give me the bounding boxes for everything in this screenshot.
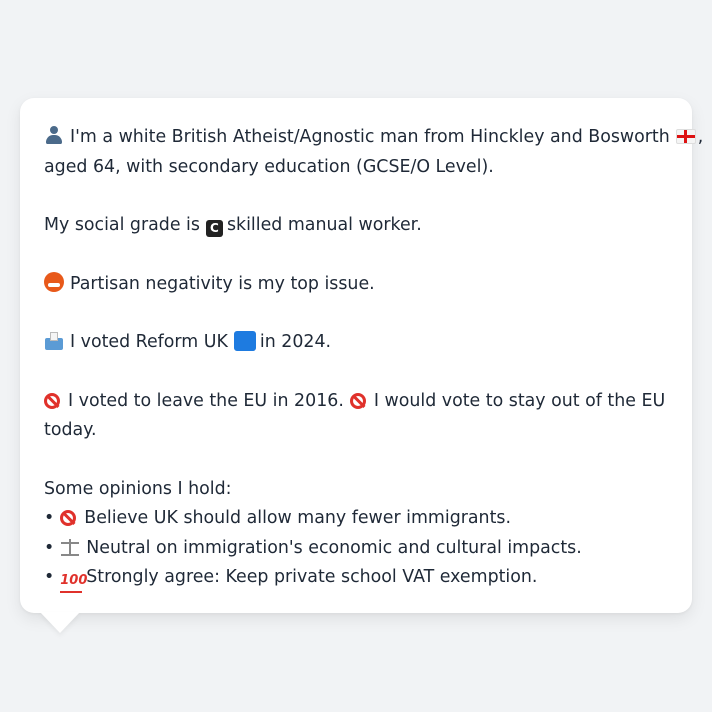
- ballot-box-icon: [44, 332, 64, 350]
- hundred-points-icon: 100: [60, 573, 87, 593]
- person-icon: [44, 125, 64, 145]
- intro-line-1: I'm a white British Atheist/Agnostic man…: [44, 123, 703, 153]
- opinion-item: • 100Strongly agree: Keep private school …: [44, 563, 668, 593]
- grade-c-icon: C: [205, 220, 223, 237]
- grade-prefix: My social grade is: [44, 215, 200, 235]
- top-issue-text: Partisan negativity is my top issue.: [70, 273, 375, 294]
- opinion-text: Strongly agree: Keep private school VAT …: [86, 567, 538, 587]
- bullet: •: [44, 567, 55, 587]
- speech-bubble-tail: [40, 612, 80, 633]
- opinion-item: • Believe UK should allow many fewer immi…: [44, 504, 668, 534]
- bullet: •: [44, 537, 55, 558]
- intro-text: I'm a white British Atheist/Agnostic man…: [70, 127, 670, 147]
- no-entry-icon: [60, 510, 77, 526]
- blue-square-icon: [233, 331, 256, 351]
- eu-part-1: I voted to leave the EU in 2016.: [68, 390, 344, 411]
- social-grade-line: My social grade is Cskilled manual worker…: [44, 211, 668, 241]
- no-entry-icon: [349, 392, 366, 409]
- opinion-item: • Neutral on immigration's economic and c…: [44, 534, 668, 564]
- scales-icon: [60, 538, 80, 556]
- intro-line-2: aged 64, with secondary education (GCSE/…: [44, 156, 494, 177]
- angry-face-icon: [44, 271, 64, 292]
- vote-prefix: I voted Reform UK: [70, 332, 228, 352]
- vote-line: I voted Reform UK in 2024.: [44, 328, 668, 358]
- eu-line-1: I voted to leave the EU in 2016. I would …: [44, 387, 668, 417]
- intro-comma: ,: [697, 127, 704, 147]
- grade-suffix: skilled manual worker.: [226, 215, 422, 235]
- eu-part-2: I would vote to stay out of the EU: [373, 390, 666, 411]
- eu-line-2: today.: [44, 420, 97, 440]
- opinion-text: Believe UK should allow many fewer immig…: [84, 508, 511, 528]
- bullet: •: [44, 508, 55, 528]
- england-flag-icon: [675, 129, 696, 144]
- opinions-heading: Some opinions I hold:: [44, 478, 232, 499]
- no-entry-icon: [44, 392, 60, 409]
- opinion-text: Neutral on immigration's economic and cu…: [86, 537, 582, 558]
- vote-suffix: in 2024.: [259, 332, 332, 352]
- top-issue-line: Partisan negativity is my top issue.: [44, 270, 668, 300]
- persona-card: I'm a white British Atheist/Agnostic man…: [20, 98, 703, 613]
